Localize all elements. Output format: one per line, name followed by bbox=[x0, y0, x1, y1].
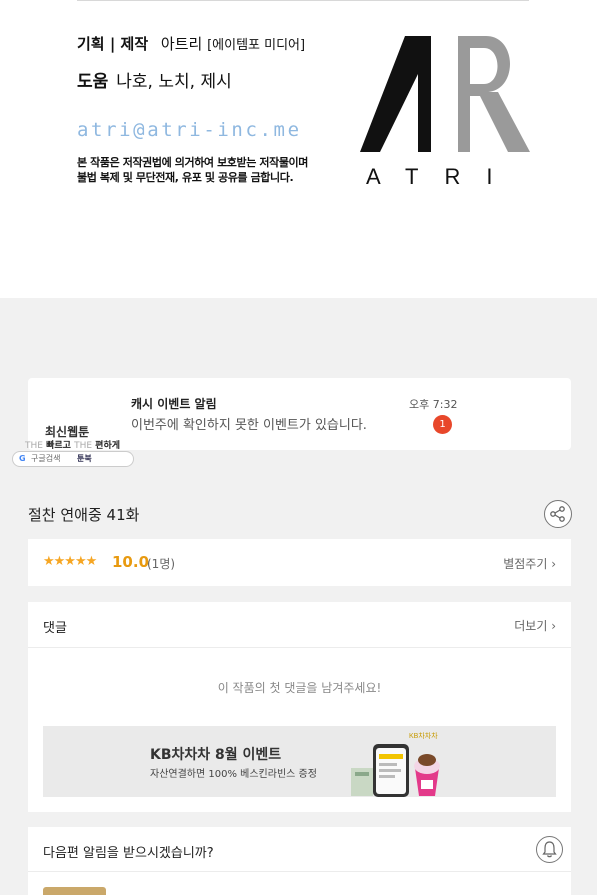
comments-header: 댓글 더보기 › bbox=[28, 602, 571, 648]
contact-email: atri@atri-inc.me bbox=[77, 119, 302, 141]
next-episode-thumbnail[interactable] bbox=[43, 887, 106, 895]
google-icon: G bbox=[19, 454, 26, 463]
banner-title: KB차차차 8월 이벤트 bbox=[150, 747, 282, 763]
plan-value: 아트리 bbox=[160, 35, 203, 53]
rating-card: ★★★★★ 10.0 (1명) 별점주기 › bbox=[28, 539, 571, 586]
credits-panel: 기획 | 제작 아트리 [에이템포 미디어] 도움 나호, 노치, 제시 atri… bbox=[0, 0, 597, 298]
comments-more-link[interactable]: 더보기 › bbox=[514, 617, 556, 634]
comments-card: 댓글 더보기 › 이 작품의 첫 댓글을 남겨주세요! KB차차차 8월 이벤트… bbox=[28, 602, 571, 812]
rating-stars-icon: ★★★★★ bbox=[43, 554, 97, 569]
plan-label: 기획 | 제작 bbox=[77, 35, 149, 53]
banner-phone-icecream-image: KB차차차 bbox=[351, 731, 440, 797]
comments-title: 댓글 bbox=[43, 621, 67, 636]
rate-button[interactable]: 별점주기 › bbox=[503, 555, 556, 572]
rating-score: 10.0 bbox=[112, 553, 150, 571]
copyright-notice-line: 본 작품은 저작권법에 의거하여 보호받는 저작물이며 bbox=[77, 156, 308, 169]
kb-event-banner[interactable]: KB차차차 8월 이벤트 자산연결하면 100% 베스킨라빈스 증정 KB차차차 bbox=[43, 726, 556, 797]
svg-text:ATRI: ATRI bbox=[366, 164, 518, 186]
bell-button[interactable] bbox=[536, 836, 563, 863]
next-episode-alert-card: 다음편 알림을 받으시겠습니까? bbox=[28, 827, 571, 895]
bell-icon bbox=[542, 841, 557, 858]
notification-body: 이번주에 확인하지 못한 이벤트가 있습니다. bbox=[131, 418, 367, 433]
copyright-notice-line: 불법 복제 및 무단전재, 유포 및 공유를 금합니다. bbox=[77, 171, 294, 184]
site-logo[interactable]: 최신웹툰 THE 빠르고 THE 편하게 G 구글검색 툰북 bbox=[12, 420, 134, 468]
svg-text:KB차차차: KB차차차 bbox=[409, 731, 438, 740]
notification-badge: 1 bbox=[433, 415, 452, 434]
site-logo-tagline: THE 빠르고 THE 편하게 bbox=[25, 441, 121, 451]
credits-help-line: 도움 나호, 노치, 제시 bbox=[77, 67, 232, 92]
notification-title: 캐시 이벤트 알림 bbox=[131, 397, 217, 411]
alert-header: 다음편 알림을 받으시겠습니까? bbox=[28, 827, 571, 872]
copyright-notice: 본 작품은 저작권법에 의거하여 보호받는 저작물이며 불법 복제 및 무단전재… bbox=[77, 155, 308, 185]
plan-extra: [에이템포 미디어] bbox=[207, 38, 306, 53]
episode-title: 절찬 연애중 41화 bbox=[28, 506, 140, 524]
atri-logo: ATRI bbox=[360, 36, 530, 186]
comments-empty-message: 이 작품의 첫 댓글을 남겨주세요! bbox=[217, 681, 382, 695]
site-search-pill[interactable]: G 구글검색 툰북 bbox=[12, 451, 134, 467]
share-button[interactable] bbox=[544, 500, 572, 528]
help-label: 도움 bbox=[77, 72, 109, 92]
banner-subtitle: 자산연결하면 100% 베스킨라빈스 증정 bbox=[150, 769, 317, 780]
alert-question: 다음편 알림을 받으시겠습니까? bbox=[43, 846, 214, 861]
share-icon bbox=[550, 506, 565, 522]
rating-count: (1명) bbox=[147, 557, 176, 571]
notification-time: 오후 7:32 bbox=[409, 398, 458, 411]
help-value: 나호, 노치, 제시 bbox=[116, 72, 232, 92]
divider bbox=[77, 0, 529, 1]
credits-plan-line: 기획 | 제작 아트리 [에이템포 미디어] bbox=[77, 33, 305, 54]
